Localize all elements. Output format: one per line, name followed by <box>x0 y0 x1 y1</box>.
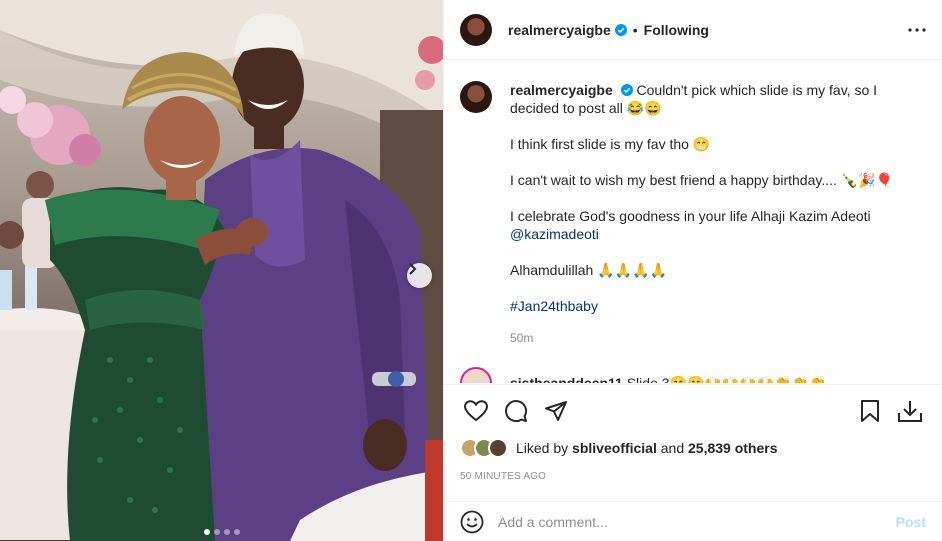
post-panel: realmercyaigbe • Following realmercyaigb… <box>443 0 942 541</box>
comment-input[interactable] <box>498 513 896 530</box>
following-button[interactable]: Following <box>644 22 709 38</box>
author-username[interactable]: realmercyaigbe <box>508 22 611 38</box>
share-icon <box>545 400 567 421</box>
verified-badge-icon <box>620 84 633 96</box>
separator-dot: • <box>632 21 638 38</box>
liker-username[interactable]: sbliveofficial <box>572 440 657 456</box>
more-options-icon[interactable] <box>908 27 926 32</box>
chevron-right-icon <box>409 263 417 275</box>
post-header: realmercyaigbe • Following <box>444 0 942 60</box>
carousel-dot <box>203 529 210 535</box>
mention-link[interactable]: @kazimadeoti <box>510 225 926 243</box>
caption-text: I can't wait to wish my best friend a ha… <box>510 172 894 188</box>
hashtag-link[interactable]: #Jan24thbaby <box>510 297 926 315</box>
likes-count[interactable]: 25,839 others <box>688 440 778 456</box>
caption: realmercyaigbe Couldn't pick which slide… <box>460 81 926 347</box>
comment-button[interactable] <box>496 391 536 431</box>
add-comment-bar: Post <box>444 501 942 541</box>
heart-icon <box>464 399 488 421</box>
liker-avatar <box>488 438 508 458</box>
post-comment-button[interactable]: Post <box>896 514 926 530</box>
likes-middle: and <box>660 440 685 456</box>
caption-text: I celebrate God's goodness in your life … <box>510 208 871 224</box>
commenter-username[interactable]: sistheanddeep11 <box>510 375 623 384</box>
bookmark-icon <box>861 399 879 422</box>
download-button[interactable] <box>890 391 930 431</box>
carousel-dot <box>233 529 240 535</box>
verified-badge-icon <box>614 23 627 36</box>
caption-text: Alhamdulillah 🙏🙏🙏🙏 <box>510 262 667 278</box>
comment-icon <box>505 399 528 422</box>
like-button[interactable] <box>456 391 496 431</box>
emoji-icon <box>460 510 484 533</box>
comment-item: sistheanddeep11 Slide 3😄😄🙌🙌🙌🙌👏👏👏 <box>460 367 926 383</box>
download-icon <box>898 400 922 422</box>
photo-illustration <box>0 0 443 541</box>
caption-username[interactable]: realmercyaigbe <box>510 82 613 98</box>
author-avatar[interactable] <box>460 13 492 46</box>
liker-avatars <box>460 438 508 458</box>
save-button[interactable] <box>850 391 890 431</box>
comment-text: Slide 3😄😄🙌🙌🙌🙌👏👏👏 <box>626 374 827 384</box>
action-bar <box>444 384 942 436</box>
post-photo[interactable] <box>0 0 443 541</box>
emoji-button[interactable] <box>460 510 484 534</box>
commenter-avatar[interactable] <box>460 367 492 383</box>
share-button[interactable] <box>536 391 576 431</box>
likes-summary: Liked by sbliveofficial and 25,839 other… <box>460 438 778 458</box>
caption-text: I think first slide is my fav tho 😁 <box>510 136 711 152</box>
carousel-dot <box>213 529 220 535</box>
carousel-indicator <box>0 529 443 535</box>
next-slide-button[interactable] <box>407 263 432 288</box>
carousel-dot <box>223 529 230 535</box>
caption-avatar[interactable] <box>460 81 492 113</box>
comments-section[interactable]: realmercyaigbe Couldn't pick which slide… <box>444 61 942 383</box>
post-timestamp: 50 MINUTES AGO <box>460 471 547 482</box>
caption-time: 50m <box>510 331 534 345</box>
likes-prefix: Liked by <box>516 440 569 456</box>
